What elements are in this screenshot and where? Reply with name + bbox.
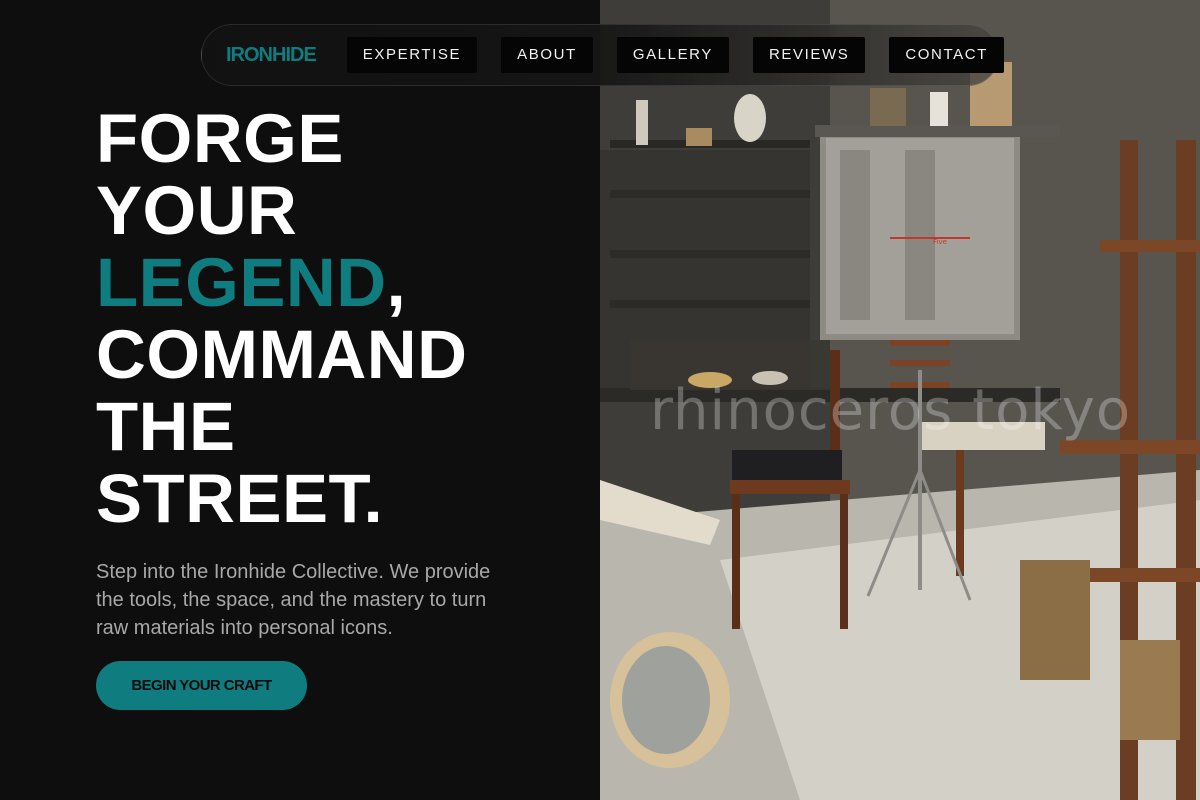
begin-your-craft-button[interactable]: BEGIN YOUR CRAFT — [96, 661, 307, 710]
hero-headline: FORGE YOUR LEGEND, COMMAND THE STREET. — [96, 103, 467, 535]
headline-line: LEGEND, — [96, 247, 467, 319]
watermark: rhinoceros tokyo — [650, 378, 1132, 443]
jar — [930, 92, 948, 126]
nav-link-contact[interactable]: CONTACT — [889, 37, 1004, 73]
chair-seat — [730, 480, 850, 494]
hero-description: Step into the Ironhide Collective. We pr… — [96, 561, 491, 639]
headline-line: FORGE — [96, 100, 344, 177]
nav-link-gallery[interactable]: GALLERY — [616, 37, 729, 73]
candlestick — [636, 100, 648, 145]
chair-leg — [840, 494, 848, 629]
headline-line: COMMAND — [96, 316, 468, 393]
headline-line: YOUR — [96, 172, 298, 249]
kiln-label: Five — [933, 238, 947, 246]
headline-line: THE — [96, 388, 236, 465]
chair2-leg — [956, 450, 964, 576]
box — [686, 128, 712, 146]
pot — [870, 88, 906, 126]
top-nav: IRONHIDE EXPERTISE ABOUT GALLERY REVIEWS… — [201, 24, 1004, 86]
clay-slab-inner — [622, 646, 710, 754]
nav-link-reviews[interactable]: REVIEWS — [752, 37, 866, 73]
nav-link-expertise[interactable]: EXPERTISE — [346, 37, 478, 73]
cardboard-box — [1020, 560, 1090, 680]
headline-punctuation: , — [386, 244, 407, 321]
chair2-back — [890, 340, 950, 346]
vase — [734, 94, 766, 142]
chair2-back — [890, 360, 950, 366]
nav-link-about[interactable]: ABOUT — [501, 37, 593, 73]
kiln-handle — [905, 150, 935, 320]
brand-logo[interactable]: IRONHIDE — [226, 44, 317, 67]
kiln-top — [815, 125, 1060, 137]
workshop-photo: Five rhinoceros tokyo — [600, 0, 1200, 800]
headline-accent: LEGEND — [96, 244, 387, 321]
headline-line: STREET. — [96, 460, 384, 537]
ladder-rung — [1100, 240, 1200, 252]
chair-leg — [732, 494, 740, 629]
kiln-handle — [840, 150, 870, 320]
cardboard-box — [1120, 640, 1180, 740]
jacket — [732, 450, 842, 480]
